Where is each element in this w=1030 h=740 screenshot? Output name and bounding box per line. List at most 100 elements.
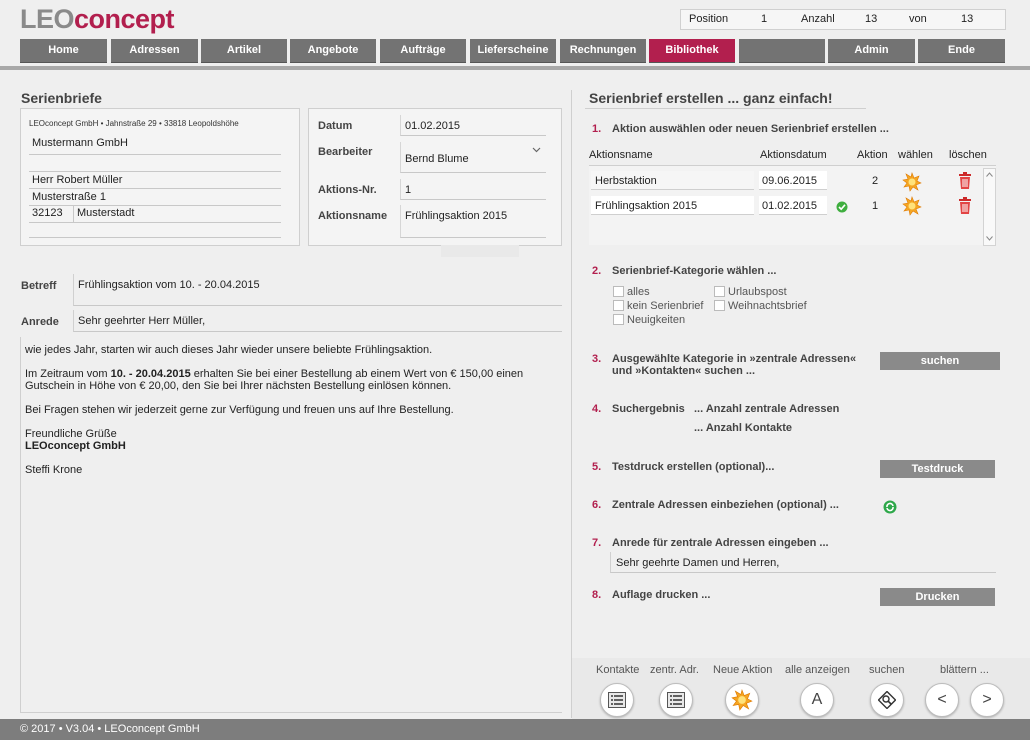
next-button[interactable]: > [970, 683, 1004, 717]
aktionsnr-field[interactable]: 1 [400, 179, 546, 200]
datum-field[interactable]: 01.02.2015 [400, 115, 546, 136]
address-street-row[interactable]: Musterstraße 1 [29, 188, 281, 206]
bearbeiter-select[interactable]: Bernd Blume [400, 142, 546, 173]
neue-aktion-button[interactable] [725, 683, 759, 717]
row1-date: 09.06.2015 [762, 175, 818, 187]
footer: © 2017 • V3.04 • LEOconcept GmbH [0, 719, 1030, 740]
zentrale-adressen-button[interactable] [659, 683, 693, 717]
body-p2: Im Zeitraum vom 10. - 20.04.2015 erhalte… [25, 368, 545, 392]
address-city: Musterstadt [77, 207, 135, 219]
category-kein-serienbrief-label: kein Serienbrief [627, 300, 704, 312]
step2-number: 2. [592, 265, 602, 277]
address-zip-row[interactable]: 32123 [29, 205, 74, 223]
sender-line: LEOconcept GmbH • Jahnstraße 29 • 33818 … [29, 119, 239, 128]
suchen-toolbar-button[interactable] [870, 683, 904, 717]
category-weihnachtsbrief-checkbox[interactable] [714, 300, 725, 311]
kontakte-button[interactable] [600, 683, 634, 717]
toolbar-label-suchen: suchen [869, 664, 905, 676]
nav-empty[interactable] [739, 39, 825, 63]
table-row[interactable]: Frühlingsaktion 2015 [591, 196, 754, 215]
nav-bibliothek[interactable]: Bibliothek [649, 39, 735, 63]
nav-artikel[interactable]: Artikel [201, 39, 287, 63]
chevron-right-icon: > [982, 691, 992, 708]
body-p2-bold: 10. - 20.04.2015 [110, 368, 191, 380]
logo: LEOconcept [20, 3, 175, 35]
anrede-zentral-field[interactable]: Sehr geehrte Damen und Herren, [610, 552, 996, 573]
address-company-row[interactable]: Mustermann GmbH [29, 135, 281, 155]
address-street: Musterstraße 1 [32, 191, 106, 203]
nav-ende[interactable]: Ende [918, 39, 1005, 63]
alle-anzeigen-button[interactable]: A [800, 683, 834, 717]
prev-button[interactable]: < [925, 683, 959, 717]
select-star-icon[interactable] [902, 172, 922, 192]
category-kein-serienbrief-checkbox[interactable] [613, 300, 624, 311]
address-extra-row[interactable] [29, 222, 281, 238]
address-name-row[interactable]: Herr Robert Müller [29, 171, 281, 189]
aktion-table: Herbstaktion 09.06.2015 2 Frühlingsaktio… [589, 165, 996, 246]
row2-date-field[interactable]: 01.02.2015 [759, 196, 827, 215]
step7-label: Anrede für zentrale Adressen eingeben ..… [612, 537, 829, 549]
aktionsname-value: Frühlingsaktion 2015 [405, 210, 508, 222]
row2-date: 01.02.2015 [762, 200, 818, 212]
drucken-button[interactable]: Drucken [880, 588, 995, 606]
step7-number: 7. [592, 537, 602, 549]
list-icon [608, 692, 626, 708]
step5-number: 5. [592, 461, 602, 473]
suchen-button[interactable]: suchen [880, 352, 1000, 370]
toggle-include-icon[interactable] [883, 500, 897, 514]
testdruck-button[interactable]: Testdruck [880, 460, 995, 478]
letter-body[interactable]: wie jedes Jahr, starten wir auch dieses … [20, 337, 562, 713]
result-kontakte: ... Anzahl Kontakte [694, 422, 792, 434]
nav-home[interactable]: Home [20, 39, 107, 63]
left-title: Serienbriefe [21, 90, 102, 106]
step1-number: 1. [592, 123, 602, 135]
nav-auftraege[interactable]: Aufträge [380, 39, 466, 63]
category-urlaubspost-label: Urlaubspost [728, 286, 787, 298]
trash-icon[interactable] [958, 172, 972, 190]
step6-number: 6. [592, 499, 602, 511]
nav-rechnungen[interactable]: Rechnungen [560, 39, 646, 63]
footer-text: © 2017 • V3.04 • LEOconcept GmbH [20, 723, 200, 735]
toolbar-label-neue-aktion: Neue Aktion [713, 664, 773, 676]
betreff-field[interactable]: Frühlingsaktion vom 10. - 20.04.2015 [73, 274, 562, 306]
table-row[interactable]: Herbstaktion [591, 171, 754, 190]
step4-label: Suchergebnis [612, 403, 685, 415]
body-p2-pre: Im Zeitraum vom [25, 368, 111, 380]
address-city-row[interactable]: Musterstadt [74, 205, 281, 223]
aktionsname-label: Aktionsname [318, 210, 388, 222]
anrede-field[interactable]: Sehr geehrter Herr Müller, [73, 310, 562, 332]
address-line2-row[interactable] [29, 154, 281, 172]
step5-label: Testdruck erstellen (optional)... [612, 461, 775, 473]
row1-date-field[interactable]: 09.06.2015 [759, 171, 827, 190]
step3-label1: Ausgewählte Kategorie in »zentrale Adres… [612, 353, 857, 365]
right-title-underline [585, 108, 866, 109]
anrede-value: Sehr geehrter Herr Müller, [78, 315, 206, 327]
select-star-icon[interactable] [902, 196, 922, 216]
check-icon [836, 201, 848, 213]
category-urlaubspost-checkbox[interactable] [714, 286, 725, 297]
von-value: 13 [961, 13, 974, 25]
col-loeschen: löschen [949, 149, 987, 161]
nav-lieferscheine[interactable]: Lieferscheine [470, 39, 556, 63]
category-neuigkeiten-checkbox[interactable] [613, 314, 624, 325]
category-alles-label: alles [627, 286, 650, 298]
category-alles-checkbox[interactable] [613, 286, 624, 297]
nav-angebote[interactable]: Angebote [290, 39, 376, 63]
anrede-zentral-value: Sehr geehrte Damen und Herren, [616, 557, 780, 569]
nav-admin[interactable]: Admin [828, 39, 915, 63]
aktionsname-field[interactable]: Frühlingsaktion 2015 [400, 205, 546, 238]
nav-adressen[interactable]: Adressen [111, 39, 198, 63]
nav-divider [0, 66, 1030, 70]
trash-icon[interactable] [958, 197, 972, 215]
table-scrollbar[interactable] [983, 168, 996, 246]
logo-part1: LEO [20, 4, 75, 34]
scroll-up-icon[interactable] [986, 172, 993, 177]
meta-box: Datum 01.02.2015 Bearbeiter Bernd Blume … [308, 108, 562, 246]
step2-label: Serienbrief-Kategorie wählen ... [612, 265, 777, 277]
position-bar: Position 1 Anzahl 13 von 13 [680, 9, 1006, 30]
right-title: Serienbrief erstellen ... ganz einfach! [589, 90, 833, 106]
position-label: Position [689, 13, 729, 25]
datum-label: Datum [318, 120, 353, 132]
address-name: Herr Robert Müller [32, 174, 123, 186]
scroll-down-icon[interactable] [986, 236, 993, 241]
